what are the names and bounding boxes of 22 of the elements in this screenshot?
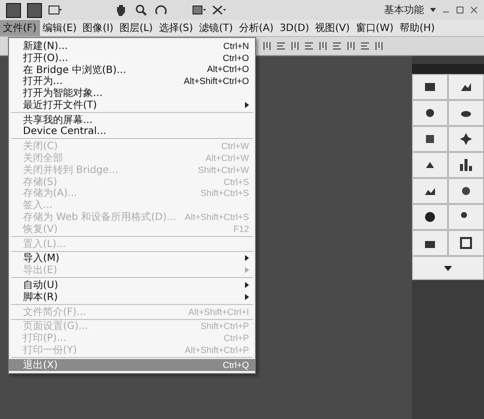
menu-item[interactable]: Device Central... xyxy=(9,126,255,138)
menu-item[interactable]: 打开为... Alt+Shift+Ctrl+O xyxy=(9,75,255,88)
menu-item[interactable]: 自动(U) xyxy=(9,279,255,291)
menu-item[interactable]: 最近打开文件(T) xyxy=(9,98,255,111)
menu-item[interactable]: 打开为智能对象... xyxy=(9,87,255,99)
menu-bar-item[interactable]: 3D(D) xyxy=(276,20,312,36)
menu-bar-item[interactable]: 窗口(W) xyxy=(352,20,396,36)
menu-item[interactable]: 共享我的屏幕... xyxy=(9,114,255,126)
menu-bar-item[interactable]: 帮助(H) xyxy=(396,20,438,36)
menu-bar-item[interactable]: 文件(F) xyxy=(0,20,40,36)
menu-item[interactable]: 脚本(R) xyxy=(9,290,255,303)
menu-bar-item[interactable]: 选择(S) xyxy=(156,20,196,36)
menu-bar-item[interactable]: 视图(V) xyxy=(312,20,353,36)
menu-bar-item[interactable]: 编辑(E) xyxy=(40,20,80,36)
menu-bar-item[interactable]: 图层(L) xyxy=(116,20,156,36)
menu-item[interactable]: 在 Bridge 中浏览(B)... Alt+Ctrl+O xyxy=(9,64,255,76)
menu-bar-item[interactable]: 图像(I) xyxy=(80,20,116,36)
menu-item[interactable]: 打开(O)... Ctrl+O xyxy=(9,52,255,64)
menu-item[interactable]: 导入(M) xyxy=(9,252,255,264)
workspace-switcher[interactable]: 基本功能 xyxy=(384,3,424,17)
menu-bar-item[interactable]: 滤镜(T) xyxy=(196,20,236,36)
menu-bar-item[interactable]: 分析(A) xyxy=(236,20,277,36)
